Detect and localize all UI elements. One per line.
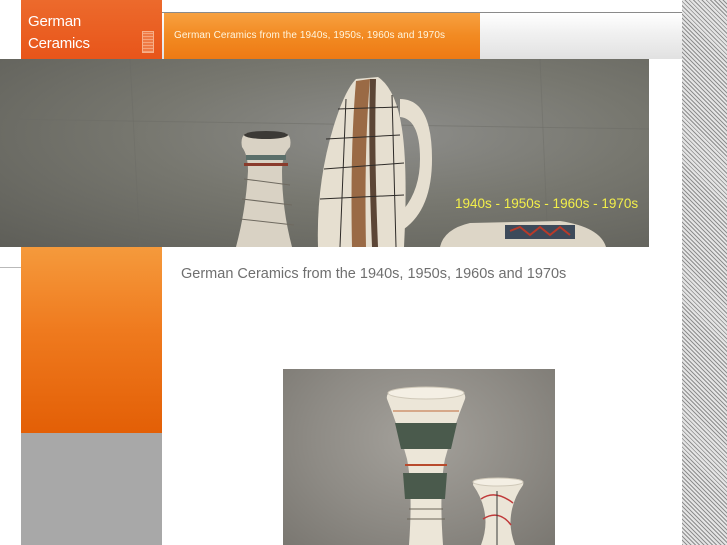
logo-badge-icon	[142, 31, 154, 53]
ceramics-vases-illustration	[386, 386, 524, 545]
logo-line-2: Ceramics	[28, 35, 90, 52]
sidebar-orange-panel	[21, 247, 162, 433]
page-title: German Ceramics from the 1940s, 1950s, 1…	[181, 266, 567, 282]
nav-tab-home[interactable]: German Ceramics from the 1940s, 1950s, 1…	[164, 13, 480, 59]
hero-caption: 1940s - 1950s - 1960s - 1970s	[455, 196, 639, 211]
sidebar-gray-panel	[21, 433, 162, 545]
right-hatched-border	[682, 0, 727, 545]
logo-line-1: German	[28, 13, 81, 30]
page: German Ceramics German Ceramics from the…	[0, 0, 727, 545]
hero-vases-illustration	[0, 59, 649, 247]
hero-banner: 1940s - 1950s - 1960s - 1970s	[0, 59, 649, 247]
logo-text: German Ceramics	[28, 11, 90, 55]
site-logo[interactable]: German Ceramics	[21, 0, 162, 59]
ceramics-photo	[283, 369, 555, 545]
sidebar-rule	[0, 267, 21, 268]
